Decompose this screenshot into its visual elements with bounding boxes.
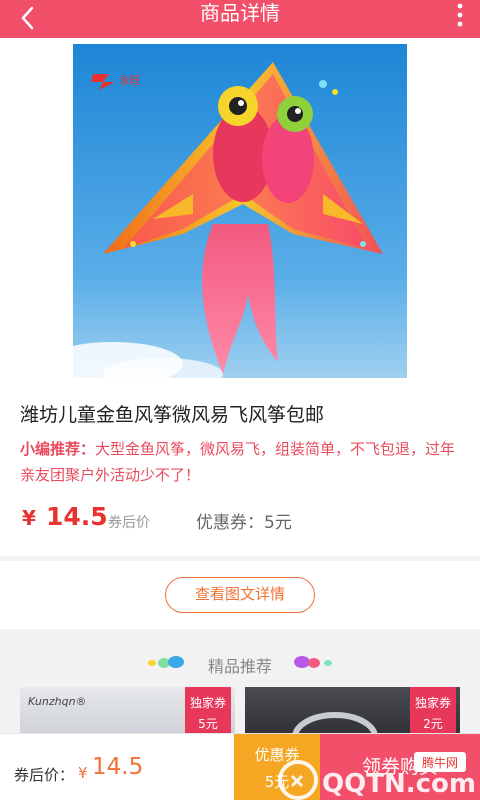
- product-card: 永旺 潍坊儿童金鱼风筝微风易飞风筝包邮 小编推荐：大型金鱼风筝，微风易飞，组装简…: [0, 38, 480, 556]
- detail-section: 查看图文详情: [0, 561, 480, 629]
- kite-illustration: 永旺: [73, 44, 407, 378]
- page-title: 商品详情: [200, 1, 280, 25]
- bottom-after-price-label: 券后价：: [14, 766, 75, 784]
- badge-amount: 2元: [423, 717, 443, 731]
- badge-label: 独家券: [189, 696, 226, 710]
- exclusive-coupon-badge: 独家券 5元: [185, 687, 231, 735]
- more-options-button[interactable]: [446, 0, 474, 38]
- price-currency: ¥: [22, 506, 36, 530]
- more-vertical-icon: [457, 3, 463, 27]
- recommend-label: 小编推荐：: [20, 440, 96, 458]
- watermark-tag: 腾牛网: [422, 755, 458, 770]
- after-coupon-label: 券后价: [108, 515, 150, 531]
- view-details-button[interactable]: 查看图文详情: [165, 577, 315, 613]
- reco-brand: Kunzhqn®: [28, 695, 87, 708]
- recommendations-title: 精品推荐: [207, 657, 272, 676]
- price-value: 14.5: [46, 502, 108, 531]
- exclusive-coupon-badge: 独家券 2元: [410, 687, 456, 735]
- product-image[interactable]: 永旺: [73, 44, 407, 378]
- coupon-info: 优惠券：5元: [196, 513, 292, 533]
- site-watermark: QQTN.com 腾牛网: [278, 752, 476, 800]
- screen: 商品详情 永旺 潍坊儿童金鱼风筝微风易飞风筝包邮 小编推荐：大型金鱼风筝，微风易…: [0, 0, 480, 800]
- badge-amount: 5元: [198, 717, 218, 731]
- price-row: ¥ 14.5 券后价 优惠券：5元: [20, 500, 460, 536]
- bottom-currency: ¥: [78, 764, 88, 782]
- editor-recommendation: 小编推荐：大型金鱼风筝，微风易飞，组装简单，不飞包退，过年亲友团聚户外活动少不了…: [20, 436, 465, 488]
- decorative-dots-icon: [294, 656, 332, 668]
- badge-label: 独家券: [414, 696, 451, 710]
- svg-text:永旺: 永旺: [119, 73, 141, 87]
- bottom-price: 14.5: [92, 754, 144, 780]
- top-app-bar: 商品详情: [0, 0, 480, 38]
- product-title: 潍坊儿童金鱼风筝微风易飞风筝包邮: [20, 404, 325, 426]
- watermark-brand: QQTN.com: [322, 769, 476, 799]
